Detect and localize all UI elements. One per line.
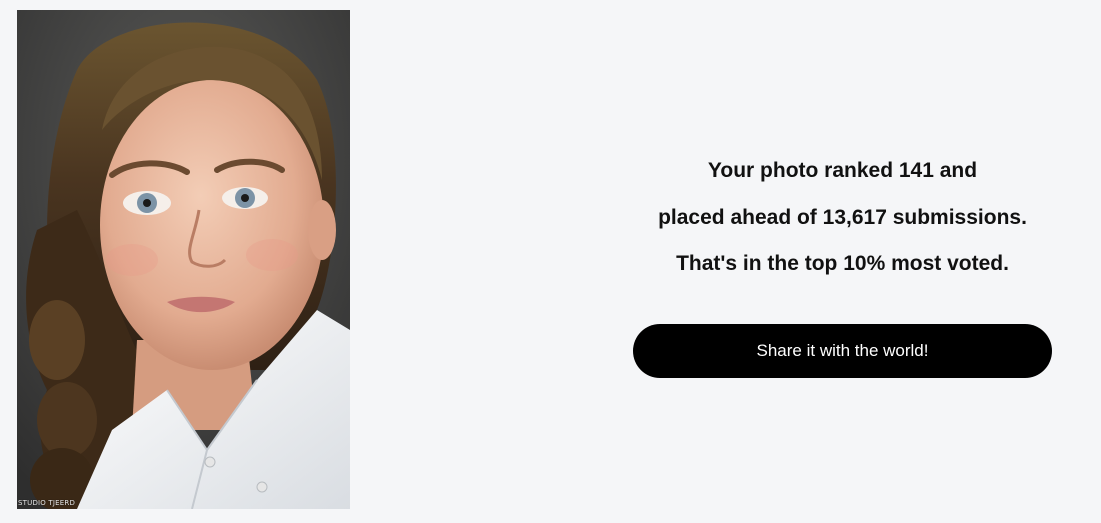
portrait-image [17, 10, 350, 509]
rank-text: Your photo ranked 141 and [707, 159, 978, 182]
result-page: STUDIO TJEERD Your photo ranked 141 and … [0, 0, 1101, 523]
photo-watermark: STUDIO TJEERD [18, 499, 76, 507]
submissions-text: placed ahead of 13,617 submissions. [658, 205, 1027, 229]
percentile-text: That's in the top 10% most voted. [676, 252, 1009, 275]
share-button[interactable]: Share it with the world! [633, 324, 1052, 378]
ranking-summary: Your photo ranked 141 and placed ahead o… [633, 148, 1052, 288]
submitted-photo: STUDIO TJEERD [17, 10, 350, 509]
